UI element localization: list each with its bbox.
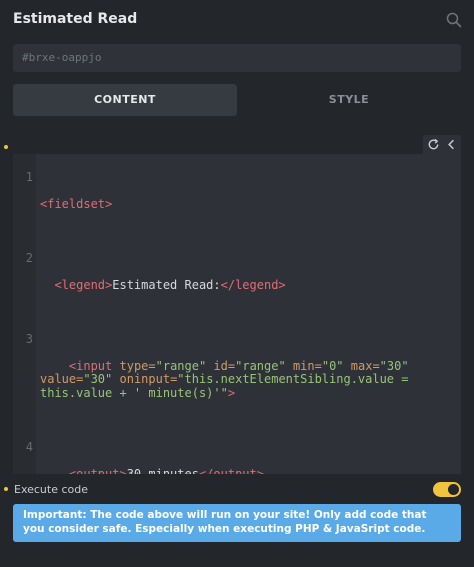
- code-setting-indicator: [4, 145, 8, 149]
- code-line: 2 <legend>Estimated Read:</legend>: [13, 238, 461, 319]
- code-line: 3 <input type="range" id="range" min="0"…: [13, 319, 461, 427]
- tab-style[interactable]: STYLE: [237, 84, 461, 116]
- search-icon[interactable]: [446, 12, 462, 28]
- tab-content[interactable]: CONTENT: [13, 84, 237, 116]
- code-line: 4 <output>30 minutes</output>: [13, 427, 461, 474]
- code-line: 1 <fieldset>: [13, 157, 461, 238]
- line-number: 1: [25, 169, 33, 184]
- toggle-knob: [448, 484, 459, 495]
- execute-setting-indicator: [4, 487, 8, 491]
- refresh-icon[interactable]: [426, 137, 441, 152]
- panel-title: Estimated Read: [13, 11, 138, 27]
- panel-header: Estimated Read: [0, 0, 474, 42]
- element-id-field[interactable]: #brxe-oappjo: [13, 44, 461, 72]
- code-editor[interactable]: 1 <fieldset> 2 <legend>Estimated Read:</…: [13, 154, 461, 474]
- tab-bar: CONTENT STYLE: [13, 84, 461, 116]
- code-lines: 1 <fieldset> 2 <legend>Estimated Read:</…: [13, 157, 461, 474]
- execute-code-toggle[interactable]: [433, 482, 461, 497]
- security-warning: Important: The code above will run on yo…: [13, 504, 461, 542]
- line-number: 4: [25, 439, 33, 454]
- line-number: 3: [25, 331, 33, 346]
- editor-toolbar: [423, 135, 461, 154]
- execute-code-label: Execute code: [14, 483, 89, 496]
- chevron-left-icon[interactable]: [444, 137, 459, 152]
- line-number: 2: [25, 250, 33, 265]
